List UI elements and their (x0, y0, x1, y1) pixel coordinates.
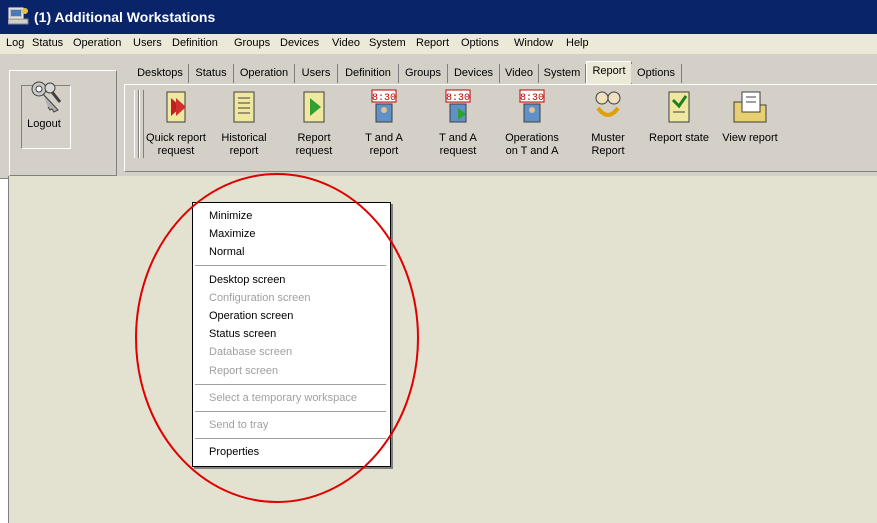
report-request-text: Report request (295, 132, 333, 157)
tab-strip: Desktops Status Operation Users Definiti… (124, 61, 877, 84)
report-state-text: Report state (649, 132, 709, 144)
report-request-label: Report request (284, 132, 344, 158)
tab-system[interactable]: System (539, 64, 586, 83)
menu-log[interactable]: Log (6, 37, 24, 49)
t-and-a-report-icon: 8:30 (371, 89, 397, 123)
menu-item-report-screen: Report screen (209, 365, 279, 377)
muster-report-label: Muster Report (580, 132, 636, 158)
context-menu: Minimize Maximize Normal Desktop screen … (192, 202, 391, 467)
svg-text:8:30: 8:30 (446, 93, 470, 104)
report-request-icon (303, 91, 325, 123)
tab-operation[interactable]: Operation (234, 64, 295, 83)
operations-on-t-and-a-text: Operations on T and A (505, 132, 559, 157)
quick-report-icon (166, 91, 186, 123)
historical-report-text: Historical report (221, 132, 267, 157)
menu-item-operation-screen[interactable]: Operation screen (209, 310, 293, 322)
t-and-a-report-label: T and A report (354, 132, 414, 158)
menu-item-select-temporary-workspace: Select a temporary workspace (209, 392, 357, 404)
svg-text:8:30: 8:30 (520, 93, 544, 104)
menu-item-database-screen: Database screen (209, 346, 293, 358)
workspace-area[interactable] (8, 176, 877, 523)
muster-report-text: Muster Report (591, 132, 625, 157)
view-report-label: View report (716, 132, 784, 145)
historical-report-button[interactable]: Historical report (214, 88, 274, 160)
menu-definition[interactable]: Definition (172, 37, 218, 49)
quick-report-request-button[interactable]: Quick report request (146, 88, 206, 160)
view-report-text: View report (722, 132, 778, 144)
menu-groups[interactable]: Groups (234, 37, 270, 49)
menu-devices[interactable]: Devices (280, 37, 319, 49)
menu-item-minimize[interactable]: Minimize (209, 210, 252, 222)
view-report-icon (733, 91, 767, 123)
menu-item-status-screen[interactable]: Status screen (209, 328, 276, 340)
t-and-a-request-text: T and A request (439, 132, 477, 157)
app-icon (8, 7, 29, 25)
menu-window[interactable]: Window (514, 37, 553, 49)
menu-status[interactable]: Status (32, 37, 63, 49)
tab-groups[interactable]: Groups (399, 64, 448, 83)
menu-bar: Log Status Operation Users Definition Gr… (0, 34, 877, 54)
view-report-button[interactable]: View report (716, 88, 784, 160)
menu-users[interactable]: Users (133, 37, 162, 49)
menu-report[interactable]: Report (416, 37, 449, 49)
t-and-a-report-button[interactable]: 8:30 T and A report (354, 88, 414, 160)
tab-report[interactable]: Report (586, 61, 632, 84)
report-request-button[interactable]: Report request (284, 88, 344, 160)
tab-options[interactable]: Options (631, 64, 682, 83)
muster-report-button[interactable]: Muster Report (580, 88, 636, 160)
report-state-icon (668, 91, 690, 123)
menu-video[interactable]: Video (332, 37, 360, 49)
operations-on-t-and-a-button[interactable]: 8:30 Operations on T and A (500, 88, 564, 160)
quick-report-request-label: Quick report request (146, 132, 206, 158)
t-and-a-request-label: T and A request (428, 132, 488, 158)
keys-icon (31, 81, 62, 113)
tab-users[interactable]: Users (295, 64, 338, 83)
menu-item-desktop-screen[interactable]: Desktop screen (209, 274, 285, 286)
menu-item-properties[interactable]: Properties (209, 446, 259, 458)
t-and-a-report-text: T and A report (365, 132, 403, 157)
quick-report-request-text: Quick report request (146, 132, 206, 157)
menu-operation[interactable]: Operation (73, 37, 121, 49)
window-title: (1) Additional Workstations (34, 9, 216, 25)
report-state-label: Report state (646, 132, 712, 145)
menu-separator (195, 265, 386, 266)
menu-item-normal[interactable]: Normal (209, 246, 244, 258)
muster-report-icon (595, 91, 621, 117)
menu-item-send-to-tray: Send to tray (209, 419, 269, 431)
operations-t-and-a-icon: 8:30 (519, 89, 545, 123)
menu-separator (195, 411, 386, 412)
tab-video[interactable]: Video (500, 64, 539, 83)
report-state-button[interactable]: Report state (646, 88, 712, 160)
historical-report-icon (233, 91, 255, 123)
menu-item-maximize[interactable]: Maximize (209, 228, 255, 240)
logout-label: Logout (27, 118, 61, 130)
toolbar-grip-secondary (139, 90, 144, 158)
t-and-a-request-icon: 8:30 (445, 89, 471, 123)
title-bar: (1) Additional Workstations (0, 0, 877, 34)
menu-separator (195, 438, 386, 439)
svg-text:8:30: 8:30 (372, 93, 396, 104)
tab-definition[interactable]: Definition (338, 64, 399, 83)
t-and-a-request-button[interactable]: 8:30 T and A request (428, 88, 488, 160)
operations-on-t-and-a-label: Operations on T and A (500, 132, 564, 158)
menu-system[interactable]: System (369, 37, 406, 49)
tab-devices[interactable]: Devices (448, 64, 500, 83)
menu-item-configuration-screen: Configuration screen (209, 292, 311, 304)
menu-help[interactable]: Help (566, 37, 589, 49)
menu-separator (195, 384, 386, 385)
menu-options[interactable]: Options (461, 37, 499, 49)
tab-status[interactable]: Status (189, 64, 234, 83)
tab-desktops[interactable]: Desktops (132, 64, 189, 83)
historical-report-label: Historical report (214, 132, 274, 158)
